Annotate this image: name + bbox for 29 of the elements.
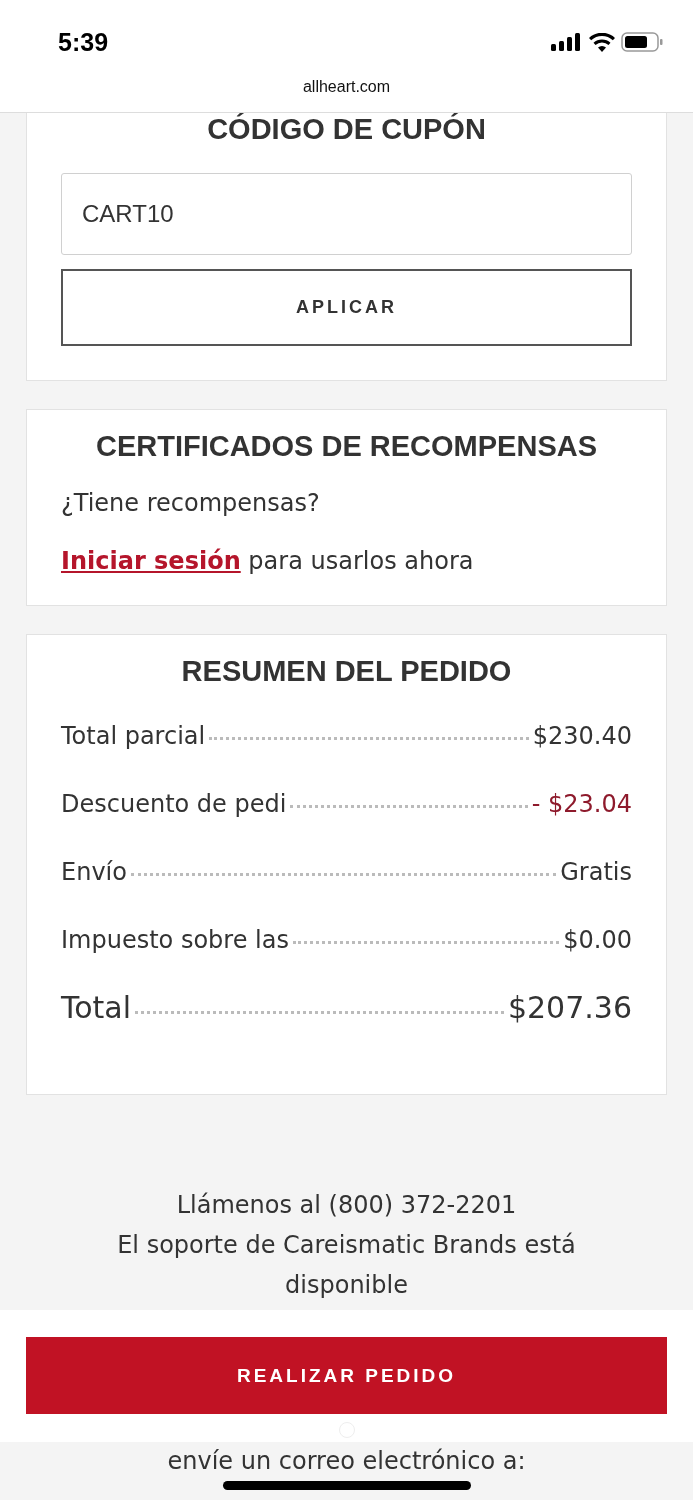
- coupon-input-field[interactable]: CART10: [61, 173, 632, 255]
- summary-label: Descuento de pedi: [61, 789, 287, 820]
- summary-value: $207.36: [507, 989, 632, 1027]
- signal-icon: [551, 33, 583, 51]
- support-text: disponible: [285, 1270, 408, 1301]
- home-indicator[interactable]: [223, 1481, 471, 1490]
- rewards-title: CERTIFICADOS DE RECOMPENSAS: [94, 430, 599, 463]
- apply-button[interactable]: APLICAR: [61, 269, 632, 346]
- email-text: envíe un correo electrónico a:: [167, 1446, 526, 1476]
- summary-label: Total: [61, 989, 132, 1027]
- rewards-question: ¿Tiene recompensas?: [61, 489, 321, 517]
- summary-value: - $23.04: [531, 789, 632, 820]
- place-order-button[interactable]: REALIZAR PEDIDO: [26, 1337, 667, 1414]
- coupon-title: CÓDIGO DE CUPÓN: [206, 113, 487, 146]
- wifi-icon: [589, 32, 615, 52]
- summary-value: $0.00: [563, 925, 632, 956]
- summary-value: Gratis: [560, 857, 632, 888]
- battery-icon: [621, 32, 663, 52]
- summary-value: $230.40: [532, 721, 632, 752]
- summary-label: Envío: [61, 857, 127, 888]
- support-text: El soporte de Careismatic Brands está: [117, 1230, 576, 1261]
- status-time: 5:39: [58, 27, 109, 57]
- address-bar-url[interactable]: allheart.com: [302, 78, 391, 96]
- summary-label: Total parcial: [61, 721, 206, 752]
- sign-in-sentence: Iniciar sesión para usarlos ahora: [61, 547, 475, 575]
- summary-label: Impuesto sobre las: [61, 925, 289, 956]
- summary-title: RESUMEN DEL PEDIDO: [180, 655, 513, 688]
- support-text: Llámenos al (800) 372-2201: [176, 1190, 517, 1221]
- sign-in-link[interactable]: Iniciar sesión: [61, 547, 241, 575]
